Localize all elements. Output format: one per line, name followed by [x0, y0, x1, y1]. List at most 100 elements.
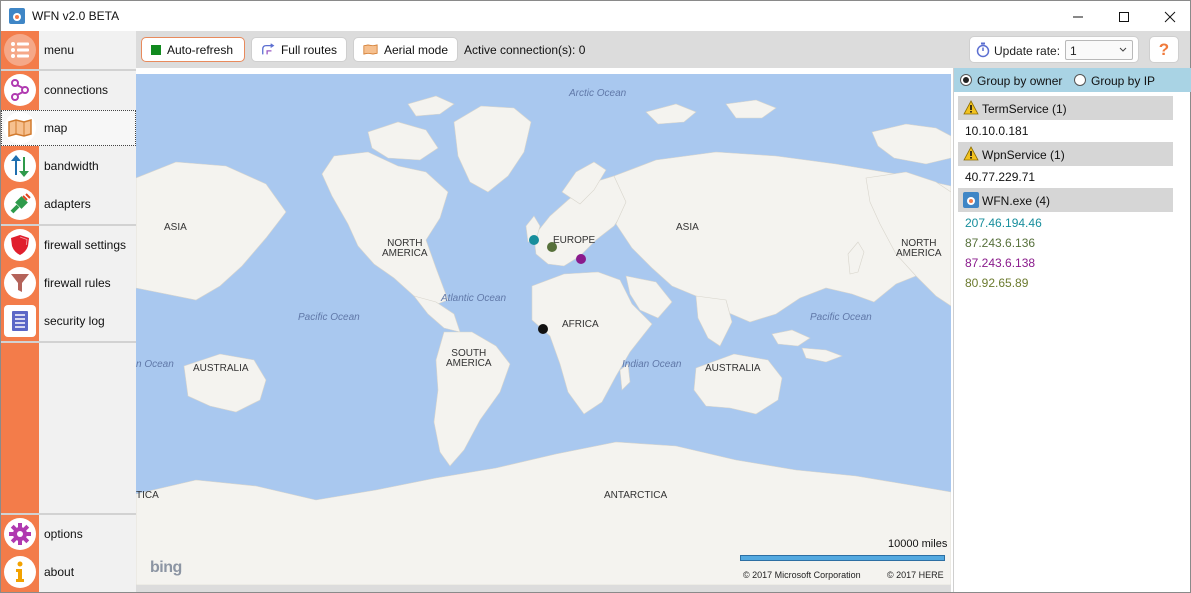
continent-label: ASIA: [676, 222, 699, 233]
update-rate-box: Update rate: 1: [969, 36, 1139, 63]
connection-dot[interactable]: [547, 242, 557, 252]
map-icon: [4, 112, 36, 144]
continent-label: NORTH AMERICA: [382, 238, 428, 259]
copyright-here: © 2017 HERE: [887, 570, 944, 580]
connection-ip[interactable]: 207.46.194.46: [965, 216, 1042, 230]
owner-group-header[interactable]: WpnService (1): [958, 142, 1173, 166]
sidebar-item-menu[interactable]: menu: [1, 32, 136, 68]
connection-dot[interactable]: [538, 324, 548, 334]
sidebar-item-label: connections: [44, 83, 109, 97]
full-routes-button[interactable]: Full routes: [251, 37, 347, 62]
ocean-label: n Ocean: [136, 359, 174, 370]
sidebar-item-label: map: [44, 121, 68, 135]
sidebar-item-security-log[interactable]: security log: [1, 303, 136, 339]
bandwidth-icon: [4, 150, 36, 182]
update-rate-value: 1: [1070, 44, 1077, 58]
stop-icon: [151, 44, 161, 55]
owner-name: WpnService (1): [982, 148, 1065, 162]
close-button[interactable]: [1147, 1, 1191, 32]
sidebar: menu connections map bandwidth adapters …: [1, 31, 136, 592]
shield-icon: [4, 229, 36, 261]
sidebar-item-label: bandwidth: [44, 159, 99, 173]
maximize-button[interactable]: [1101, 1, 1147, 32]
connection-ip[interactable]: 87.243.6.136: [965, 236, 1035, 250]
continent-label: NORTH AMERICA: [896, 238, 942, 259]
group-by-ip-radio[interactable]: [1074, 74, 1086, 86]
continent-label: AFRICA: [562, 319, 599, 330]
ocean-label: Indian Ocean: [622, 359, 682, 370]
maximize-icon: [1119, 11, 1129, 22]
continent-label: ASIA: [164, 222, 187, 233]
scale-bar: [740, 555, 945, 561]
title-bar: WFN v2.0 BETA: [0, 0, 1191, 31]
aerial-mode-label: Aerial mode: [383, 42, 448, 57]
continent-label: ANTARCTICA: [604, 490, 668, 501]
owner-group-header[interactable]: TermService (1): [958, 96, 1173, 120]
ocean-label: Arctic Ocean: [569, 88, 627, 99]
group-by-owner-radio[interactable]: [960, 74, 972, 86]
sidebar-divider: [1, 69, 136, 71]
warning-icon: [963, 146, 979, 161]
sidebar-item-options[interactable]: options: [1, 516, 136, 552]
sidebar-divider: [1, 341, 136, 343]
sidebar-divider: [1, 224, 136, 226]
update-rate-label: Update rate:: [994, 44, 1061, 58]
connection-ip[interactable]: 10.10.0.181: [965, 124, 1028, 138]
sidebar-item-label: firewall rules: [44, 276, 111, 290]
connection-ip[interactable]: 80.92.65.89: [965, 276, 1028, 290]
sidebar-item-adapters[interactable]: adapters: [1, 186, 136, 222]
sidebar-item-connections[interactable]: connections: [1, 72, 136, 108]
filter-icon: [4, 267, 36, 299]
sidebar-item-bandwidth[interactable]: bandwidth: [1, 148, 136, 184]
help-button[interactable]: ?: [1149, 36, 1179, 63]
world-map[interactable]: ASIA NORTH AMERICA EUROPE ASIA NORTH AME…: [136, 74, 951, 585]
auto-refresh-label: Auto-refresh: [167, 42, 234, 57]
help-icon: ?: [1158, 39, 1170, 59]
continent-label: AUSTRALIA: [193, 363, 249, 374]
sidebar-item-label: firewall settings: [44, 238, 127, 252]
menu-icon: [4, 34, 36, 66]
toolbar: Auto-refresh Full routes Aerial mode Act…: [136, 31, 1190, 68]
owner-name: TermService (1): [982, 102, 1067, 116]
full-routes-label: Full routes: [280, 42, 337, 57]
owner-name: WFN.exe (4): [982, 194, 1051, 208]
continent-label: AUSTRALIA: [705, 363, 761, 374]
sidebar-item-label: security log: [44, 314, 105, 328]
warning-icon: [963, 100, 979, 115]
sidebar-item-map[interactable]: map: [1, 110, 136, 146]
connection-dot[interactable]: [576, 254, 586, 264]
minimize-icon: [1073, 16, 1083, 17]
update-rate-select[interactable]: 1: [1065, 40, 1133, 60]
group-bar: Group by owner Group by IP: [954, 68, 1191, 92]
close-icon: [1164, 11, 1176, 22]
ocean-label: Atlantic Ocean: [441, 293, 507, 304]
connection-ip[interactable]: 87.243.6.138: [965, 256, 1035, 270]
stopwatch-icon: [976, 42, 990, 58]
sidebar-divider: [1, 513, 136, 515]
connection-dot[interactable]: [529, 235, 539, 245]
info-icon: [4, 556, 36, 588]
ocean-label: Pacific Ocean: [810, 312, 872, 323]
bing-logo: bing: [150, 559, 182, 576]
routes-icon: [262, 42, 275, 54]
auto-refresh-button[interactable]: Auto-refresh: [141, 37, 245, 62]
minimize-button[interactable]: [1055, 1, 1101, 32]
app-icon: [9, 8, 25, 24]
group-by-ip-label: Group by IP: [1091, 74, 1156, 88]
sidebar-item-firewall-settings[interactable]: firewall settings: [1, 227, 136, 263]
connection-ip[interactable]: 40.77.229.71: [965, 170, 1035, 184]
sidebar-item-firewall-rules[interactable]: firewall rules: [1, 265, 136, 301]
log-icon: [4, 305, 36, 337]
owner-group-header[interactable]: WFN.exe (4): [958, 188, 1173, 212]
chevron-down-icon: [1119, 47, 1127, 52]
continent-label: EUROPE: [553, 235, 596, 246]
map-bottom-bar: [136, 585, 951, 592]
ocean-label: Pacific Ocean: [298, 312, 360, 323]
wfn-app-icon: [963, 192, 979, 208]
connections-panel: Group by owner Group by IP TermService (…: [953, 68, 1191, 592]
sidebar-item-label: about: [44, 565, 75, 579]
adapters-icon: [4, 188, 36, 220]
aerial-mode-button[interactable]: Aerial mode: [353, 37, 458, 62]
sidebar-item-about[interactable]: about: [1, 554, 136, 590]
group-by-owner-label: Group by owner: [977, 74, 1063, 88]
